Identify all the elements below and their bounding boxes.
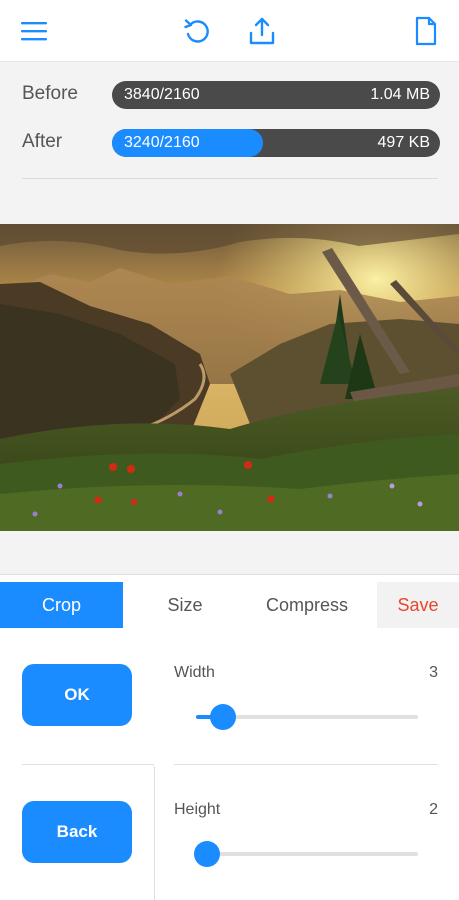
before-row: Before 3840/2160 1.04 MB: [22, 81, 440, 109]
after-bar: 3240/2160 497 KB: [112, 129, 440, 157]
tab-compress[interactable]: Compress: [247, 582, 367, 628]
left-divider: [22, 764, 154, 765]
tool-tabs: Crop Size Compress Save: [0, 582, 459, 628]
before-file-size: 1.04 MB: [370, 86, 430, 103]
crop-controls: OK Back Width 3 Height 2: [0, 628, 459, 900]
landscape-photo: [0, 224, 459, 531]
height-value: 2: [429, 801, 438, 818]
height-slider-track: [196, 852, 418, 856]
height-slider-thumb[interactable]: [194, 841, 221, 867]
back-button[interactable]: Back: [22, 801, 132, 863]
share-button[interactable]: [245, 14, 279, 48]
file-icon: [415, 16, 437, 46]
tab-size[interactable]: Size: [123, 582, 247, 628]
tab-save[interactable]: Save: [377, 582, 459, 628]
width-value: 3: [429, 664, 438, 681]
menu-icon: [21, 22, 47, 41]
after-resolution: 3240/2160: [124, 134, 200, 151]
ok-button[interactable]: OK: [22, 664, 132, 726]
height-slider[interactable]: [194, 841, 418, 867]
before-label: Before: [22, 83, 78, 104]
width-slider-thumb[interactable]: [209, 704, 236, 730]
right-divider: [174, 764, 438, 765]
after-label: After: [22, 131, 63, 152]
top-toolbar: [0, 0, 459, 62]
width-slider[interactable]: [196, 704, 418, 730]
app-root: Before 3840/2160 1.04 MB After 3240/2160…: [0, 0, 459, 900]
share-icon: [249, 17, 275, 45]
image-preview-area: [0, 222, 459, 575]
undo-button[interactable]: [180, 14, 214, 48]
height-label: Height: [174, 801, 221, 818]
info-divider: [22, 178, 438, 179]
width-label: Width: [174, 664, 215, 681]
tab-crop[interactable]: Crop: [0, 582, 123, 628]
after-row: After 3240/2160 497 KB: [22, 129, 440, 157]
vertical-divider: [154, 766, 155, 900]
file-button[interactable]: [409, 14, 443, 48]
size-info-panel: Before 3840/2160 1.04 MB After 3240/2160…: [0, 62, 459, 222]
undo-icon: [184, 19, 209, 43]
after-file-size: 497 KB: [377, 134, 430, 151]
menu-button[interactable]: [17, 14, 51, 48]
before-bar: 3840/2160 1.04 MB: [112, 81, 440, 109]
before-resolution: 3840/2160: [124, 86, 200, 103]
